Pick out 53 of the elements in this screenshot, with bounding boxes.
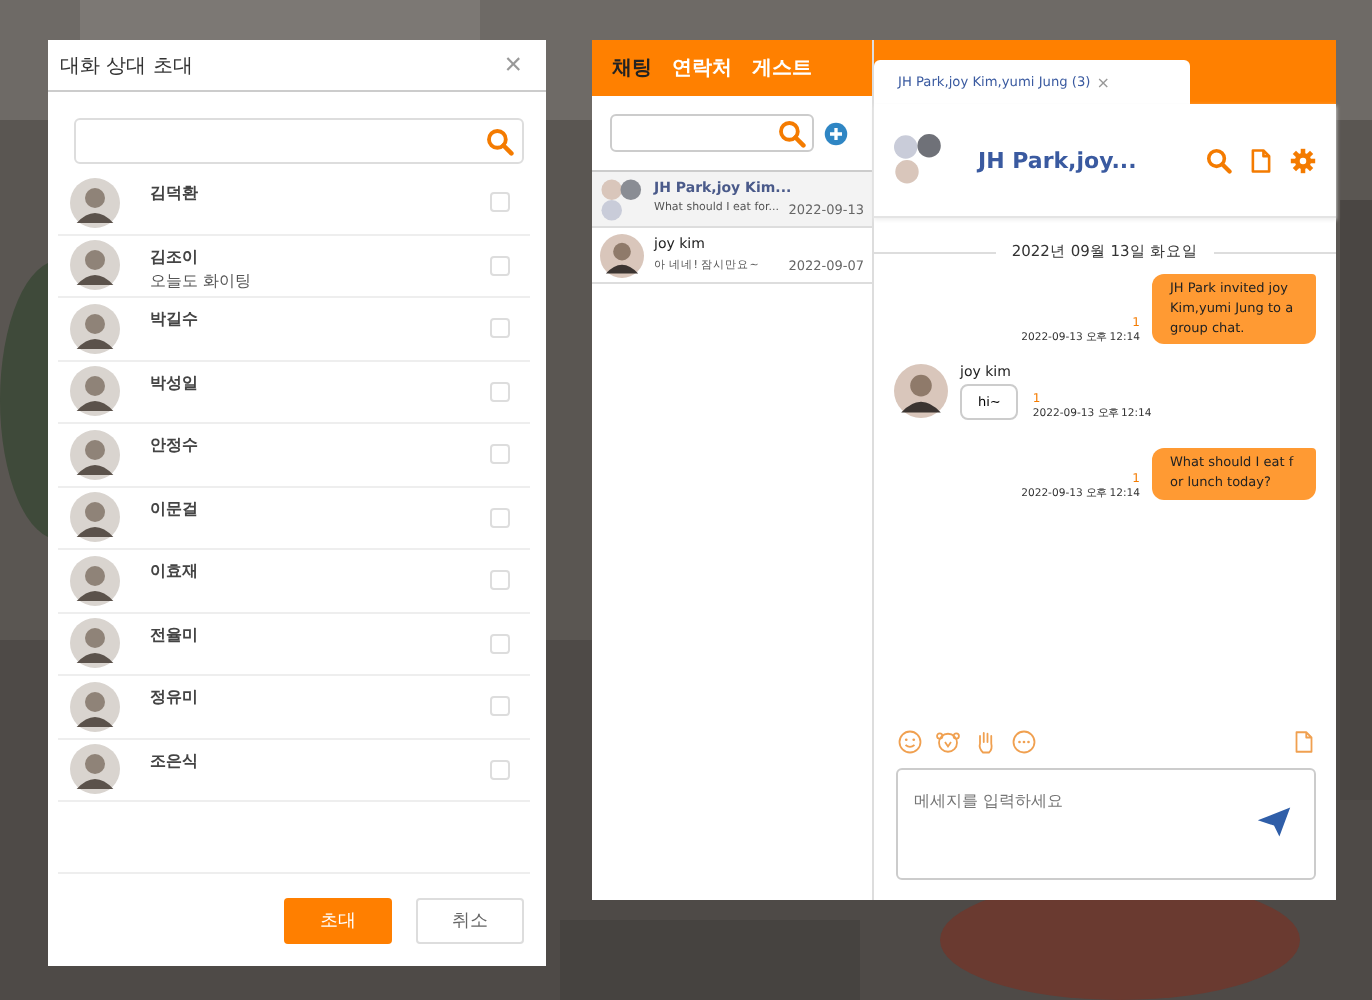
checkbox[interactable] bbox=[490, 759, 510, 780]
checkbox[interactable] bbox=[490, 192, 510, 213]
search-icon[interactable] bbox=[1206, 147, 1232, 173]
search-field[interactable] bbox=[74, 118, 524, 164]
hand-icon[interactable] bbox=[974, 730, 998, 754]
avatar bbox=[70, 429, 120, 480]
file-icon[interactable] bbox=[1292, 730, 1316, 754]
avatar bbox=[70, 744, 120, 795]
avatar bbox=[894, 364, 948, 419]
avatar bbox=[70, 681, 120, 732]
close-button[interactable]: × bbox=[1096, 73, 1110, 91]
checkbox[interactable] bbox=[490, 444, 510, 465]
contact-name: 전율미 bbox=[150, 623, 200, 645]
add-icon[interactable] bbox=[824, 121, 848, 145]
contact-name: 정유미 bbox=[150, 686, 200, 708]
checkbox[interactable] bbox=[490, 255, 510, 276]
room-title: JH Park,joy... bbox=[978, 147, 1137, 173]
contact-name: 안정수 bbox=[150, 434, 200, 456]
checkbox[interactable] bbox=[490, 696, 510, 717]
more-icon[interactable] bbox=[1012, 730, 1036, 754]
tab[interactable]: 채팅 bbox=[604, 54, 660, 82]
group-avatar bbox=[894, 134, 946, 186]
contact-name: 박성일 bbox=[150, 371, 200, 393]
cancel-button[interactable]: 취소 bbox=[416, 897, 524, 943]
search-field[interactable] bbox=[610, 114, 814, 152]
checkbox[interactable] bbox=[490, 507, 510, 528]
checkbox[interactable] bbox=[490, 633, 510, 654]
avatar bbox=[70, 555, 120, 606]
status-message: 오늘도 화이팅 bbox=[150, 269, 254, 291]
file-icon[interactable] bbox=[1248, 147, 1274, 173]
avatar bbox=[70, 303, 120, 354]
search-icon bbox=[486, 127, 514, 155]
dialog-title: 대화 상대 초대 bbox=[60, 53, 193, 79]
avatar bbox=[70, 177, 120, 228]
avatar bbox=[70, 492, 120, 543]
send-icon[interactable] bbox=[1256, 804, 1292, 840]
contact-name: 박길수 bbox=[150, 308, 200, 330]
settings-icon[interactable] bbox=[1290, 147, 1316, 173]
emoji-icon[interactable] bbox=[898, 730, 922, 754]
avatar bbox=[70, 366, 120, 417]
avatar bbox=[70, 240, 120, 291]
checkbox[interactable] bbox=[490, 381, 510, 402]
avatar bbox=[70, 618, 120, 669]
contact-name: 이문걸 bbox=[150, 497, 200, 519]
contact-name: 김덕환 bbox=[150, 182, 200, 204]
search-icon bbox=[778, 119, 806, 147]
sticker-icon[interactable] bbox=[936, 730, 960, 754]
contact-name: 이효재 bbox=[150, 560, 200, 582]
checkbox[interactable] bbox=[490, 570, 510, 591]
message-input[interactable]: 메세지를 입력하세요 bbox=[896, 768, 1316, 880]
contact-name: 김조이 bbox=[150, 245, 200, 267]
contact-name: 조은식 bbox=[150, 749, 200, 771]
checkbox[interactable] bbox=[490, 318, 510, 339]
